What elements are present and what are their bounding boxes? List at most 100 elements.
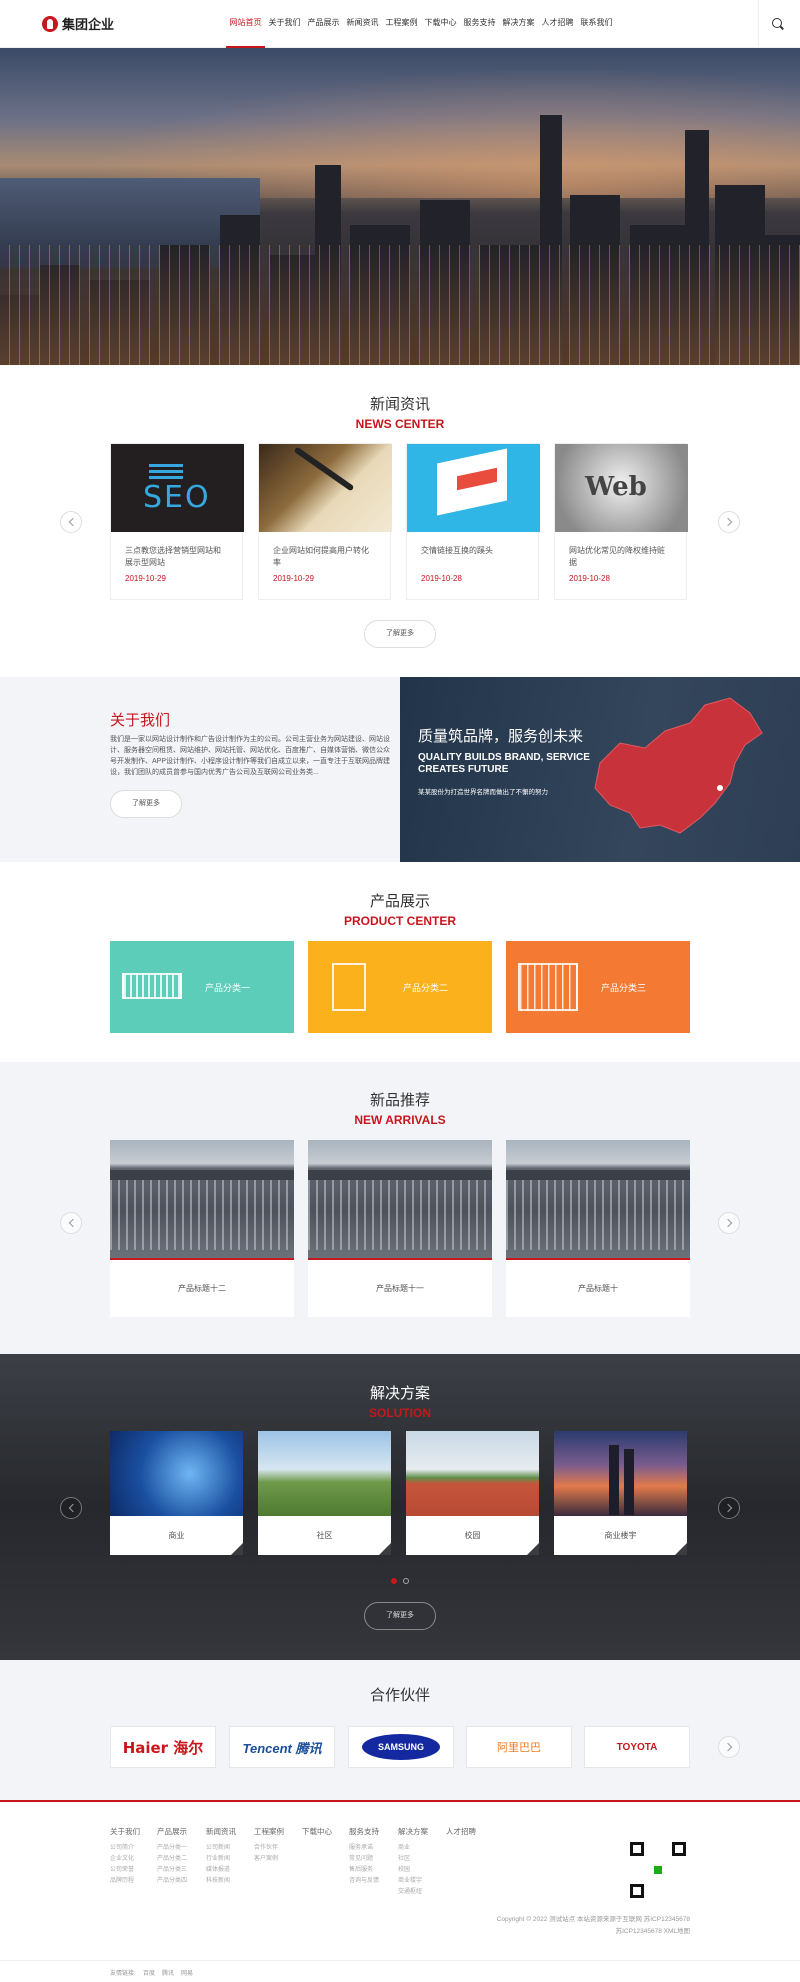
- friend-link[interactable]: 网易: [181, 1968, 193, 1977]
- solution-prev-button[interactable]: [60, 1497, 82, 1519]
- partner-logo-toyota[interactable]: TOYOTA: [584, 1726, 690, 1768]
- footer-link[interactable]: 交通枢纽: [398, 1887, 428, 1898]
- wechat-icon: [652, 1864, 664, 1876]
- card-corner: [675, 1543, 687, 1555]
- footer-link[interactable]: 产品分类四: [157, 1876, 187, 1887]
- footer-link[interactable]: 产品分类三: [157, 1865, 187, 1876]
- news-card[interactable]: 企业网站如何提高用户转化率 2019-10-29: [258, 443, 392, 600]
- footer-link[interactable]: 校园: [398, 1865, 428, 1876]
- solution-card[interactable]: 商业: [110, 1431, 243, 1555]
- footer-link[interactable]: 合作伙伴: [254, 1843, 284, 1854]
- haier-logo-text: Haier 海尔: [122, 1738, 204, 1757]
- partner-logo-samsung[interactable]: SAMSUNG: [348, 1726, 454, 1768]
- footer-link[interactable]: 售后服务: [349, 1865, 379, 1876]
- solution-card[interactable]: 社区: [258, 1431, 391, 1555]
- nav-home[interactable]: 网站首页: [226, 0, 265, 48]
- footer-link[interactable]: 产品分类二: [157, 1854, 187, 1865]
- chevron-right-icon: [723, 1218, 733, 1228]
- nav-download[interactable]: 下载中心: [421, 0, 460, 48]
- product-category-label: 产品分类三: [601, 983, 647, 993]
- footer-link[interactable]: 公司新闻: [206, 1843, 236, 1854]
- footer-column: 服务支持 服务承诺 常见问题 售后服务 咨询与反馈: [349, 1826, 379, 1887]
- partner-logo-haier[interactable]: Haier 海尔: [110, 1726, 216, 1768]
- about-banner-caption: 某某股份为打造世界名牌而做出了不懈的努力: [418, 789, 548, 796]
- partner-logo-alibaba[interactable]: 阿里巴巴: [466, 1726, 572, 1768]
- footer-column-title[interactable]: 产品展示: [157, 1826, 187, 1837]
- news-more-button[interactable]: 了解更多: [364, 620, 436, 648]
- footer-column-title[interactable]: 解决方案: [398, 1826, 428, 1837]
- solution-card[interactable]: 校园: [406, 1431, 539, 1555]
- partners-heading: 合作伙伴: [0, 1684, 800, 1705]
- friend-links-bar: 友情链接: 百度 腾讯 网易: [0, 1960, 800, 1982]
- footer-link[interactable]: 公司简介: [110, 1843, 140, 1854]
- friend-link[interactable]: 百度: [143, 1968, 155, 1977]
- partners-next-button[interactable]: [718, 1736, 740, 1758]
- slider-dot-active[interactable]: [391, 1578, 397, 1584]
- solution-section: 解决方案 SOLUTION 商业 社区 校园 商业楼宇 了解更多: [0, 1354, 800, 1660]
- qr-code-icon: [630, 1842, 686, 1898]
- solution-next-button[interactable]: [718, 1497, 740, 1519]
- icp-link[interactable]: 苏ICP12345678 XML地图: [497, 1926, 690, 1938]
- nav-support[interactable]: 服务支持: [460, 0, 499, 48]
- news-card[interactable]: SEO 三点教您选择营销型网站和展示型网站 2019-10-29: [110, 443, 244, 600]
- footer-link[interactable]: 客户案例: [254, 1854, 284, 1865]
- product-image: [506, 1140, 690, 1260]
- footer-column: 工程案例 合作伙伴 客户案例: [254, 1826, 284, 1865]
- about-more-button[interactable]: 了解更多: [110, 790, 182, 818]
- solution-heading: 解决方案 SOLUTION: [0, 1382, 800, 1420]
- tower-shape: [609, 1445, 619, 1515]
- news-next-button[interactable]: [718, 511, 740, 533]
- footer-link[interactable]: 科技新闻: [206, 1876, 236, 1887]
- solution-card[interactable]: 商业楼宇: [554, 1431, 687, 1555]
- nav-solutions[interactable]: 解决方案: [499, 0, 538, 48]
- product-category-card[interactable]: 产品分类一: [110, 941, 294, 1033]
- footer-link[interactable]: 社区: [398, 1854, 428, 1865]
- search-icon[interactable]: [772, 18, 782, 28]
- footer-column-title[interactable]: 关于我们: [110, 1826, 140, 1837]
- about-text: 我们是一家以网站设计制作和广告设计制作为主的公司。公司主营业务为网站建设、网站设…: [110, 736, 391, 776]
- friend-links-label: 友情链接:: [110, 1971, 136, 1977]
- footer-link[interactable]: 媒体报道: [206, 1865, 236, 1876]
- footer-column-title[interactable]: 人才招聘: [446, 1826, 476, 1837]
- product-card-title: 产品标题十: [578, 1284, 618, 1293]
- slider-dot[interactable]: [403, 1578, 409, 1584]
- arrivals-prev-button[interactable]: [60, 1212, 82, 1234]
- nav-products[interactable]: 产品展示: [304, 0, 343, 48]
- arrivals-next-button[interactable]: [718, 1212, 740, 1234]
- footer-column-title[interactable]: 服务支持: [349, 1826, 379, 1837]
- nav-jobs[interactable]: 人才招聘: [538, 0, 577, 48]
- footer-link[interactable]: 行业新闻: [206, 1854, 236, 1865]
- tower-shape: [624, 1449, 634, 1515]
- footer-link[interactable]: 咨询与反馈: [349, 1876, 379, 1887]
- footer-column-title[interactable]: 工程案例: [254, 1826, 284, 1837]
- product-category-card[interactable]: 产品分类三: [506, 941, 690, 1033]
- footer-link[interactable]: 公司荣誉: [110, 1865, 140, 1876]
- nav-about[interactable]: 关于我们: [265, 0, 304, 48]
- nav-cases[interactable]: 工程案例: [382, 0, 421, 48]
- product-card[interactable]: 产品标题十: [506, 1140, 690, 1317]
- footer-link[interactable]: 常见问题: [349, 1854, 379, 1865]
- product-category-card[interactable]: 产品分类二: [308, 941, 492, 1033]
- footer-link[interactable]: 产品分类一: [157, 1843, 187, 1854]
- footer-link[interactable]: 品牌历程: [110, 1876, 140, 1887]
- solution-more-button[interactable]: 了解更多: [364, 1602, 436, 1630]
- news-card[interactable]: Web 网站优化常见的降权维持赃据 2019-10-28: [554, 443, 688, 600]
- footer-link[interactable]: 商业: [398, 1843, 428, 1854]
- footer-column-title[interactable]: 新闻资讯: [206, 1826, 236, 1837]
- card-corner: [527, 1543, 539, 1555]
- product-card[interactable]: 产品标题十一: [308, 1140, 492, 1317]
- site-header: 集团企业 网站首页 关于我们 产品展示 新闻资讯 工程案例 下载中心 服务支持 …: [0, 0, 800, 48]
- news-prev-button[interactable]: [60, 511, 82, 533]
- nav-news[interactable]: 新闻资讯: [343, 0, 382, 48]
- footer-link[interactable]: 商业楼宇: [398, 1876, 428, 1887]
- logo[interactable]: 集团企业: [42, 14, 114, 33]
- footer-column-title[interactable]: 下载中心: [302, 1826, 332, 1837]
- about-section: 关于我们 我们是一家以网站设计制作和广告设计制作为主的公司。公司主营业务为网站建…: [0, 677, 800, 862]
- partner-logo-tencent[interactable]: Tencent 腾讯: [229, 1726, 335, 1768]
- news-card[interactable]: 交情链接互换的蹊头 2019-10-28: [406, 443, 540, 600]
- friend-link[interactable]: 腾讯: [162, 1968, 174, 1977]
- footer-link[interactable]: 服务承诺: [349, 1843, 379, 1854]
- footer-link[interactable]: 企业文化: [110, 1854, 140, 1865]
- product-card[interactable]: 产品标题十二: [110, 1140, 294, 1317]
- nav-contact[interactable]: 联系我们: [577, 0, 616, 48]
